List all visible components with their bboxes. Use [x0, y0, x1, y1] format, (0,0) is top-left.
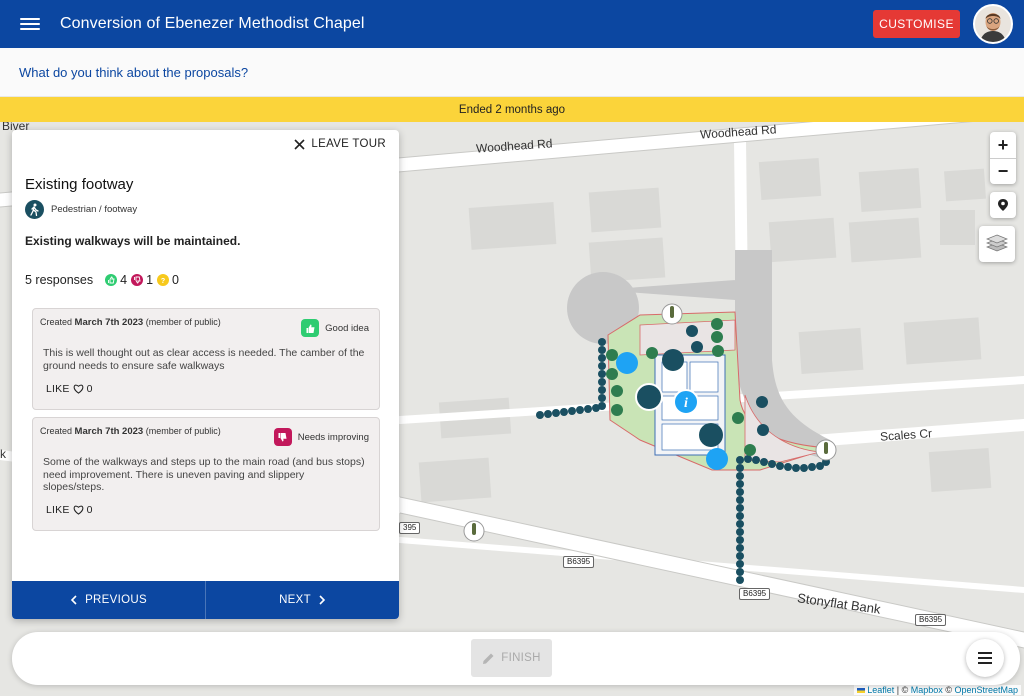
hamburger-menu-icon[interactable]	[20, 18, 40, 30]
feature-description: Existing walkways will be maintained.	[25, 234, 241, 248]
reaction-label: Good idea	[325, 322, 369, 334]
layers-button[interactable]	[979, 226, 1015, 262]
status-banner: Ended 2 months ago	[0, 97, 1024, 122]
created-prefix: Created	[40, 317, 73, 327]
map-marker-icon	[998, 199, 1008, 211]
green-markers	[606, 318, 756, 456]
locate-button[interactable]	[990, 192, 1016, 218]
neutral-count: 0	[172, 273, 179, 287]
finish-button[interactable]: FINISH	[471, 639, 552, 677]
like-button[interactable]: LIKE 0	[46, 504, 93, 516]
road-number-badge: 395	[399, 522, 421, 534]
mapbox-link[interactable]: Mapbox	[911, 685, 943, 695]
chevron-right-icon	[319, 595, 326, 605]
needs-improving-icon	[131, 274, 144, 286]
leaflet-link[interactable]: Leaflet	[867, 685, 894, 695]
road-label-b-left: k	[0, 447, 6, 461]
response-summary: 5 responses 4 1 ? 0	[25, 273, 183, 287]
like-label: LIKE	[46, 504, 70, 516]
previous-label: PREVIOUS	[85, 594, 147, 606]
survey-question-bar: What do you think about the proposals?	[0, 48, 1024, 96]
next-button[interactable]: NEXT	[205, 581, 399, 619]
heart-icon	[73, 384, 83, 394]
comment-reaction: Needs improving	[273, 428, 369, 446]
like-label: LIKE	[46, 383, 70, 395]
pedestrian-icon	[25, 200, 44, 219]
comment-reaction: Good idea	[301, 319, 369, 337]
comment-author: (member of public)	[145, 317, 221, 327]
neutral-icon: ?	[157, 274, 170, 286]
layers-icon	[986, 234, 1008, 252]
close-icon	[294, 138, 305, 150]
pencil-icon	[483, 653, 494, 664]
feature-category: Pedestrian / footway	[25, 200, 137, 219]
road-number-badge: B6395	[739, 588, 771, 600]
road-number-badge: B6395	[563, 556, 595, 568]
good-idea-count: 4	[120, 273, 128, 287]
comment-meta: Created March 7th 2023 (member of public…	[40, 317, 221, 328]
flag-icon	[856, 688, 865, 693]
svg-text:i: i	[684, 396, 688, 411]
reaction-label: Needs improving	[297, 431, 369, 443]
heart-icon	[73, 505, 83, 515]
parking-markers	[686, 325, 769, 436]
zoom-control: + −	[990, 132, 1016, 184]
zoom-out-button[interactable]: −	[990, 158, 1016, 184]
tour-navigation: PREVIOUS NEXT	[12, 581, 399, 619]
app-bar: Conversion of Ebenezer Methodist Chapel …	[0, 0, 1024, 48]
avatar[interactable]	[973, 4, 1013, 44]
tour-panel: LEAVE TOUR Existing footway Pedestrian /…	[12, 130, 399, 619]
responses-count: 5 responses	[25, 273, 94, 287]
attribution-separator: | ©	[894, 685, 911, 695]
leave-tour-label: LEAVE TOUR	[311, 138, 386, 150]
thumbs-down-icon	[273, 428, 292, 446]
map-attribution: Leaflet | © Mapbox © OpenStreetMap	[853, 685, 1021, 695]
leave-tour-button[interactable]: LEAVE TOUR	[294, 138, 386, 150]
like-button[interactable]: LIKE 0	[46, 383, 93, 395]
osm-link[interactable]: OpenStreetMap	[954, 685, 1018, 695]
next-label: NEXT	[279, 594, 311, 606]
category-label: Pedestrian / footway	[51, 204, 138, 215]
app-title: Conversion of Ebenezer Methodist Chapel	[60, 15, 365, 32]
chevron-left-icon	[70, 595, 77, 605]
comment-date: March 7th 2023	[74, 426, 144, 437]
zoom-in-button[interactable]: +	[990, 132, 1016, 158]
road-number-badge: B6395	[915, 614, 947, 626]
customise-button[interactable]: CUSTOMISE	[873, 10, 960, 38]
good-idea-icon	[105, 274, 118, 286]
comment-meta: Created March 7th 2023 (member of public…	[40, 426, 221, 437]
like-count: 0	[86, 504, 93, 516]
menu-button[interactable]	[966, 639, 1004, 677]
svg-text:?: ?	[161, 278, 165, 284]
survey-question: What do you think about the proposals?	[19, 64, 249, 80]
attribution-separator: ©	[942, 685, 955, 695]
created-prefix: Created	[40, 426, 73, 436]
like-count: 0	[86, 383, 93, 395]
comment-text: This is well thought out as clear access…	[43, 347, 365, 372]
comment-date: March 7th 2023	[74, 317, 144, 328]
needs-improving-count: 1	[146, 273, 154, 287]
feature-title: Existing footway	[25, 176, 134, 193]
comment-card: Created March 7th 2023 (member of public…	[32, 308, 380, 410]
previous-button[interactable]: PREVIOUS	[12, 581, 205, 619]
comment-author: (member of public)	[145, 426, 221, 436]
comment-card: Created March 7th 2023 (member of public…	[32, 417, 380, 531]
comment-text: Some of the walkways and steps up to the…	[43, 456, 365, 493]
finish-label: FINISH	[501, 652, 541, 664]
thumbs-up-icon	[301, 319, 320, 337]
